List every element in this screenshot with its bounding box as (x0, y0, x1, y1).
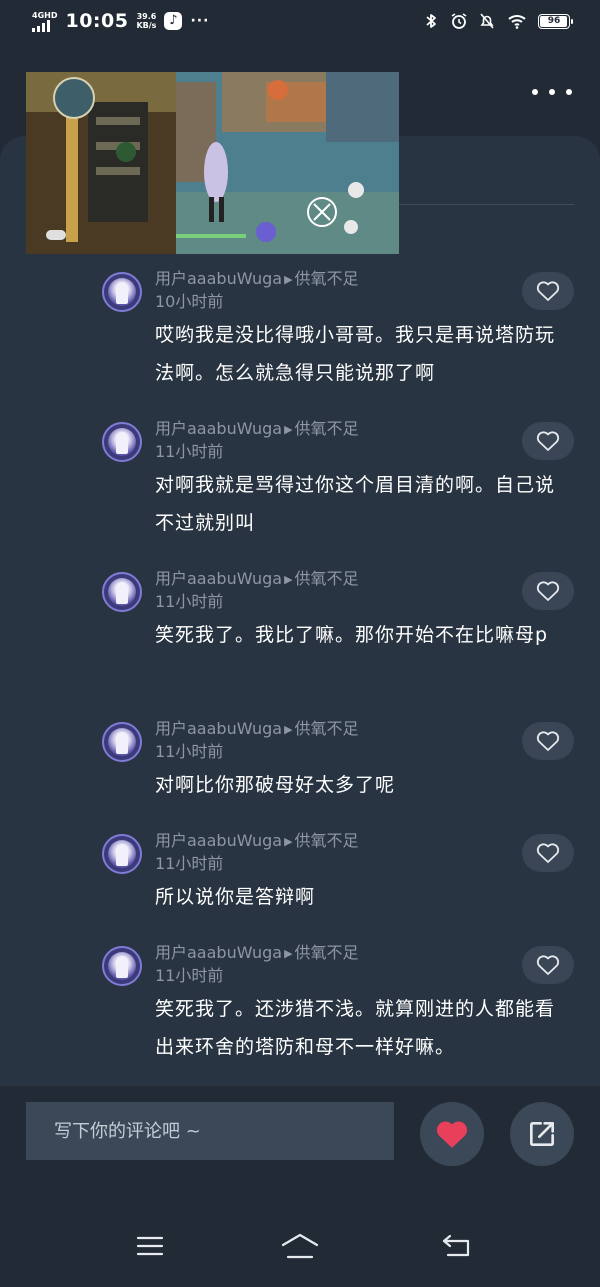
dot (566, 89, 572, 95)
bluetooth-icon (426, 14, 436, 28)
share-button[interactable] (510, 1102, 574, 1166)
avatar[interactable] (102, 272, 142, 312)
divider (390, 204, 574, 205)
share-icon (530, 1122, 554, 1146)
back-icon (442, 1234, 470, 1257)
avatar[interactable] (102, 946, 142, 986)
comment-text: 对啊比你那破母好太多了呢 (155, 774, 396, 796)
level-arrow-icon: ▶ (284, 723, 293, 736)
level-arrow-icon: ▶ (284, 835, 293, 848)
cellular-signal-icon: 4GHD (32, 11, 57, 32)
heart-filled-icon (436, 1121, 468, 1148)
dot (532, 89, 538, 95)
level-arrow-icon: ▶ (284, 273, 293, 286)
comment-author[interactable]: 用户aaabuWuga ▶ 供氧不足 (155, 718, 359, 741)
heart-outline-icon (536, 281, 560, 301)
video-thumbnail[interactable] (26, 72, 399, 254)
like-button[interactable] (522, 722, 574, 760)
game-scene-image (26, 72, 399, 254)
avatar[interactable] (102, 834, 142, 874)
tiktok-icon: ♪ (164, 12, 183, 30)
comment-text: 笑死我了。我比了嘛。那你开始不在比嘛母p (155, 624, 549, 646)
system-navigation-bar (0, 1212, 600, 1287)
comment-author[interactable]: 用户aaabuWuga ▶ 供氧不足 (155, 942, 359, 965)
comment-author[interactable]: 用户aaabuWuga ▶ 供氧不足 (155, 830, 359, 853)
comment-author[interactable]: 用户aaabuWuga ▶ 供氧不足 (155, 568, 359, 591)
wifi-icon (508, 15, 526, 29)
like-button[interactable] (522, 272, 574, 310)
like-button[interactable] (522, 946, 574, 984)
heart-outline-icon (536, 581, 560, 601)
comment-text: 笑死我了。还涉猎不浅。就算刚进的人都能看出来环舍的塔防和母不一样好嘛。 (155, 998, 556, 1058)
like-button[interactable] (522, 834, 574, 872)
dot (549, 89, 555, 95)
mute-bell-icon (480, 13, 494, 29)
net-speed: 39.6 KB/s (136, 12, 157, 30)
level-arrow-icon: ▶ (284, 947, 293, 960)
status-bar: 4GHD 10:05 39.6 KB/s ♪ ··· 96 (0, 0, 600, 44)
battery-icon: 96 (538, 13, 573, 29)
heart-outline-icon (536, 731, 560, 751)
comment-author[interactable]: 用户aaabuWuga ▶ 供氧不足 (155, 418, 359, 441)
avatar[interactable] (102, 422, 142, 462)
comment-time: 11小时前 (155, 442, 224, 461)
comment-time: 11小时前 (155, 592, 224, 611)
level-arrow-icon: ▶ (284, 573, 293, 586)
heart-outline-icon (536, 431, 560, 451)
more-options-button[interactable] (532, 80, 572, 104)
comment-time: 11小时前 (155, 854, 224, 873)
comment-text: 哎哟我是没比得哦小哥哥。我只是再说塔防玩法啊。怎么就急得只能说那了啊 (155, 324, 556, 384)
avatar[interactable] (102, 572, 142, 612)
comment-time: 11小时前 (155, 742, 224, 761)
comment-time: 10小时前 (155, 292, 224, 311)
clock: 10:05 (65, 10, 129, 32)
nav-home-button[interactable] (280, 1228, 320, 1264)
more-notifications-indicator: ··· (190, 13, 210, 29)
like-video-button[interactable] (420, 1102, 484, 1166)
nav-menu-button[interactable] (130, 1228, 170, 1264)
battery-level: 96 (547, 15, 561, 26)
comment-input[interactable] (52, 1119, 386, 1143)
comment-author[interactable]: 用户aaabuWuga ▶ 供氧不足 (155, 268, 359, 291)
heart-outline-icon (536, 843, 560, 863)
avatar[interactable] (102, 722, 142, 762)
menu-icon (136, 1236, 164, 1256)
comment-time: 11小时前 (155, 966, 224, 985)
like-button[interactable] (522, 422, 574, 460)
comment-input-box[interactable] (26, 1102, 394, 1160)
network-type: 4GHD (32, 10, 58, 20)
home-icon (281, 1233, 319, 1259)
comment-text: 所以说你是答辩啊 (155, 886, 316, 908)
nav-back-button[interactable] (436, 1228, 476, 1264)
like-button[interactable] (522, 572, 574, 610)
alarm-icon (451, 13, 467, 29)
level-arrow-icon: ▶ (284, 423, 293, 436)
heart-outline-icon (536, 955, 560, 975)
comment-text: 对啊我就是骂得过你这个眉目清的啊。自己说不过就别叫 (155, 474, 556, 534)
